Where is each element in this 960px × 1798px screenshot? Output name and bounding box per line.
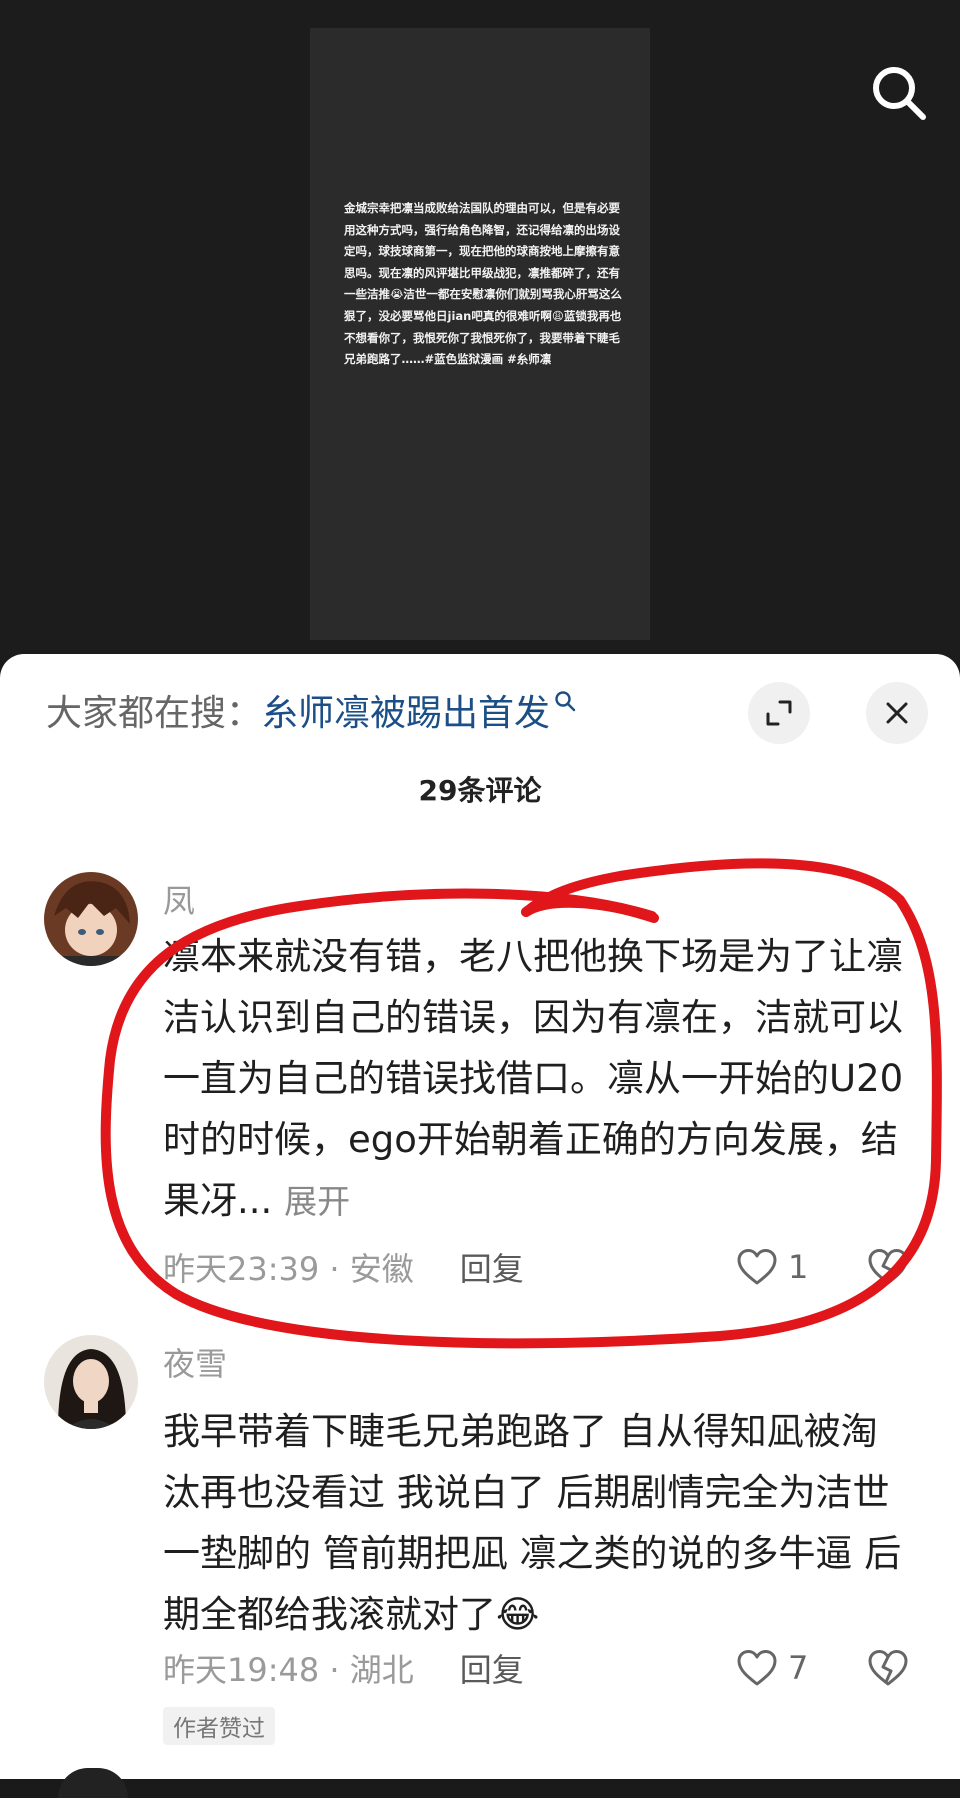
reply-button[interactable]: 回复 — [460, 1244, 524, 1290]
comment-text: 我早带着下睫毛兄弟跑路了 自从得知凪被淘汰再也没看过 我说白了 后期剧情完全为洁… — [163, 1410, 902, 1636]
expand-button[interactable] — [748, 682, 810, 744]
like-button[interactable]: 1 — [736, 1248, 808, 1286]
avatar[interactable] — [44, 872, 138, 966]
avatar[interactable] — [44, 1335, 138, 1429]
comment-meta: 昨天23:39 · 安徽 回复 1 — [163, 1242, 923, 1292]
close-icon — [886, 702, 908, 724]
like-count: 7 — [788, 1649, 809, 1687]
dislike-heart-icon — [868, 1650, 908, 1686]
comment-time-location: 昨天19:48 · 湖北 — [163, 1651, 414, 1689]
trending-search-prefix: 大家都在搜： — [46, 693, 263, 734]
search-button[interactable] — [868, 62, 930, 124]
search-icon — [873, 67, 926, 120]
comment-text-content: 凛本来就没有错，老八把他换下场是为了让凛洁认识到自己的错误，因为有凛在，洁就可以… — [163, 935, 904, 1222]
dislike-heart-icon — [868, 1249, 908, 1285]
search-icon — [555, 691, 576, 712]
like-button[interactable]: 7 — [736, 1649, 808, 1687]
expand-comment-link[interactable]: 展开 — [284, 1182, 350, 1221]
heart-icon — [737, 1249, 777, 1285]
trending-search-term[interactable]: 糸师凛被踢出首发 — [262, 684, 550, 736]
heart-icon — [737, 1650, 777, 1686]
trending-search-bar[interactable]: 大家都在搜： 糸师凛被踢出首发 — [46, 684, 800, 736]
avatar-image — [44, 872, 138, 966]
video-post-text: 金城宗幸把凛当成败给法国队的理由可以，但是有必要用这种方式吗，强行给角色降智，还… — [344, 201, 622, 367]
video-player[interactable]: 金城宗幸把凛当成败给法国队的理由可以，但是有必要用这种方式吗，强行给角色降智，还… — [0, 0, 960, 660]
comment-time-location: 昨天23:39 · 安徽 — [163, 1250, 414, 1288]
reply-button[interactable]: 回复 — [460, 1645, 524, 1691]
dislike-button[interactable] — [867, 1649, 909, 1687]
comment-username[interactable]: 凤 — [163, 876, 195, 922]
like-count: 1 — [788, 1248, 809, 1286]
comment-text: 凛本来就没有错，老八把他换下场是为了让凛洁认识到自己的错误，因为有凛在，洁就可以… — [163, 926, 911, 1232]
comment-meta: 昨天19:48 · 湖北 回复 7 — [163, 1643, 923, 1693]
comment-count: 29条评论 — [418, 774, 542, 807]
comment-username[interactable]: 夜雪 — [163, 1339, 227, 1385]
author-liked-badge: 作者赞过 — [163, 1707, 275, 1745]
dislike-button[interactable] — [867, 1248, 909, 1286]
expand-icon — [766, 700, 792, 726]
close-button[interactable] — [866, 682, 928, 744]
video-frame: 金城宗幸把凛当成败给法国队的理由可以，但是有必要用这种方式吗，强行给角色降智，还… — [310, 28, 650, 640]
avatar-image — [44, 1335, 138, 1429]
